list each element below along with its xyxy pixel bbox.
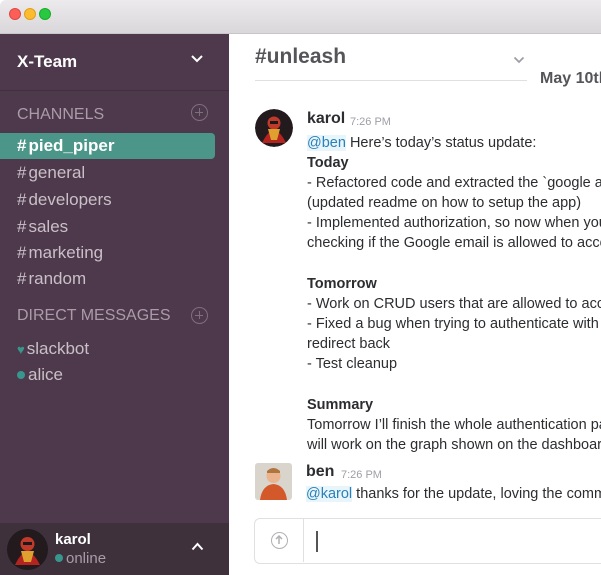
channel-header: #unleash May 10th (229, 34, 601, 94)
channel-item-random[interactable]: # random (0, 266, 229, 292)
current-user-status: online (55, 550, 106, 567)
dm-item-alice[interactable]: alice (17, 362, 63, 388)
message-line: @karol thanks for the update, loving the… (306, 486, 601, 502)
message-line: Today (307, 155, 349, 171)
message-line: (updated readme on how to setup the app) (307, 195, 582, 211)
chevron-down-icon[interactable] (513, 56, 525, 64)
current-user-menu[interactable]: karol online (0, 523, 229, 575)
chevron-down-icon (191, 55, 203, 63)
channel-label: pied_piper (28, 136, 115, 155)
channel-label: marketing (28, 243, 104, 262)
dm-item-slackbot[interactable]: ♥ slackbot (17, 336, 89, 363)
channel-label: sales (28, 217, 69, 236)
user-mention[interactable]: @ben (307, 135, 346, 151)
hash-icon: # (17, 136, 27, 155)
minimize-window-button[interactable] (24, 8, 36, 20)
add-direct-message-icon[interactable] (191, 307, 208, 324)
close-window-button[interactable] (9, 8, 21, 20)
hash-icon: # (17, 243, 27, 262)
heart-icon: ♥ (17, 342, 25, 357)
dm-label: alice (28, 365, 63, 384)
message-timestamp[interactable]: 7:26 PM (350, 116, 391, 128)
hash-icon: # (17, 217, 27, 236)
channel-label: random (28, 269, 87, 288)
channel-item-general[interactable]: # general (0, 160, 229, 186)
header-divider (255, 80, 527, 81)
team-menu[interactable]: X-Team (0, 34, 229, 91)
channel-item-developers[interactable]: # developers (0, 187, 229, 213)
hash-icon: # (17, 269, 27, 288)
text-cursor (316, 531, 318, 552)
avatar[interactable] (255, 109, 293, 147)
message-timestamp[interactable]: 7:26 PM (341, 469, 382, 481)
zoom-window-button[interactable] (39, 8, 51, 20)
message-author[interactable]: ben (306, 463, 334, 481)
message-line: Tomorrow (307, 276, 377, 292)
current-user-name: karol (55, 531, 91, 548)
message-line: redirect back (307, 336, 391, 352)
channels-header[interactable]: CHANNELS (17, 106, 104, 124)
message-line: - Test cleanup (307, 356, 398, 372)
hash-icon: # (17, 190, 27, 209)
message-line: checking if the Google email is allowed … (307, 235, 601, 251)
hash-icon: # (17, 163, 27, 182)
arrow-up-icon (271, 532, 288, 549)
message-pane: #unleash May 10th karol 7:26 PM @ben Her… (229, 34, 601, 575)
team-name: X-Team (17, 52, 78, 71)
message-author[interactable]: karol (307, 110, 345, 128)
message-line: @ben Here’s today’s status update: (307, 135, 537, 151)
message-line: - Work on CRUD users that are allowed to… (307, 296, 601, 312)
presence-dot-icon (17, 371, 25, 379)
channel-label: general (28, 163, 86, 182)
chevron-up-icon (191, 542, 204, 551)
window-titlebar (0, 0, 601, 34)
channel-item-marketing[interactable]: # marketing (0, 240, 229, 266)
channel-item-sales[interactable]: # sales (0, 214, 229, 240)
message-line: will work on the graph shown on the dash… (307, 437, 601, 453)
user-mention[interactable]: @karol (306, 486, 353, 502)
avatar (7, 529, 48, 570)
date-divider: May 10th (540, 70, 601, 87)
channel-title[interactable]: #unleash (255, 45, 346, 69)
message-line: - Refactored code and extracted the `goo… (307, 175, 601, 191)
message-composer[interactable] (254, 518, 601, 564)
channel-label: developers (28, 190, 112, 209)
message-line: Tomorrow I’ll finish the whole authentic… (307, 417, 601, 433)
message-line: - Fixed a bug when trying to authenticat… (307, 316, 601, 332)
add-channel-icon[interactable] (191, 104, 208, 121)
channel-item-pied_piper[interactable]: # pied_piper (0, 133, 215, 159)
avatar[interactable] (255, 463, 292, 500)
direct-messages-header[interactable]: DIRECT MESSAGES (17, 307, 171, 325)
upload-button[interactable] (255, 519, 304, 562)
message-line: Summary (307, 397, 374, 413)
message-line: - Implemented authorization, so now when… (307, 215, 601, 231)
sidebar: X-Team CHANNELS # pied_piper # general # de… (0, 34, 229, 575)
status-label: online (66, 550, 107, 567)
presence-dot-icon (55, 554, 63, 562)
dm-label: slackbot (26, 339, 90, 358)
